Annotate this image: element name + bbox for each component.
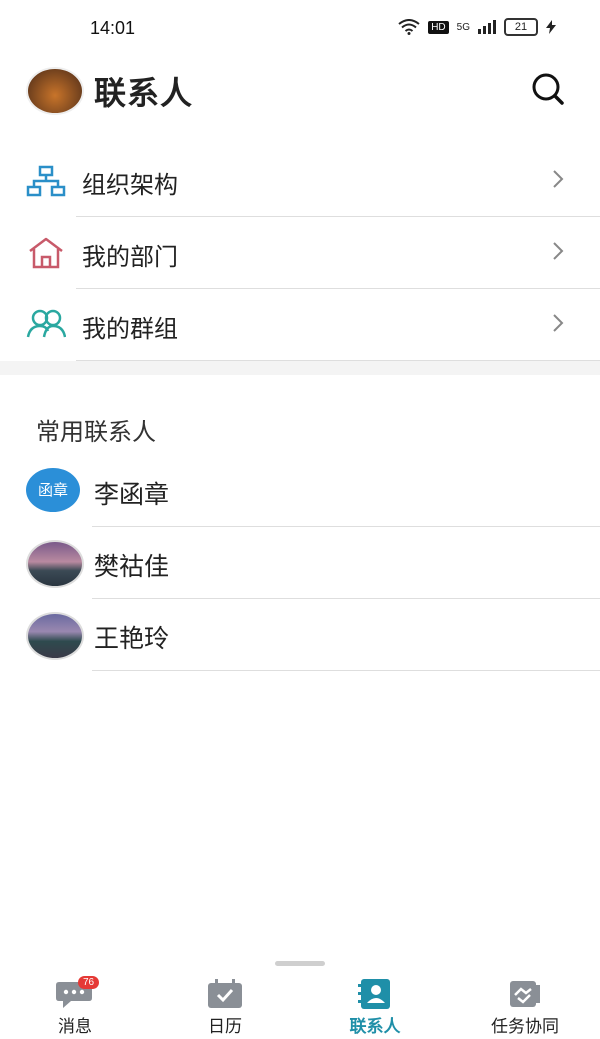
tab-messages[interactable]: 76 消息 xyxy=(0,972,150,1039)
contacts-book-icon xyxy=(358,979,390,1009)
chevron-right-icon xyxy=(553,242,564,260)
tab-label: 日历 xyxy=(208,1017,242,1037)
menu-item-label: 我的群组 xyxy=(82,315,178,343)
search-icon xyxy=(532,73,564,105)
divider xyxy=(92,670,600,671)
group-icon xyxy=(26,309,66,338)
status-bar: 14:01 HD 5G 21 xyxy=(0,0,600,60)
home-icon xyxy=(29,237,63,269)
avatar: 函章 xyxy=(26,468,80,512)
page-title: 联系人 xyxy=(94,74,194,112)
status-time: 14:01 xyxy=(90,18,136,38)
bottom-tab-bar: 76 消息 日历 联系人 任务协同 xyxy=(0,972,600,1039)
signal-icon xyxy=(478,20,496,34)
search-button[interactable] xyxy=(530,72,566,112)
tab-label: 联系人 xyxy=(349,1017,401,1037)
contact-name: 樊祜佳 xyxy=(94,552,170,581)
list-item[interactable]: 樊祜佳 xyxy=(0,527,600,599)
home-indicator[interactable] xyxy=(275,961,325,966)
wifi-icon xyxy=(398,19,420,35)
org-chart-icon xyxy=(26,165,66,197)
tab-label: 任务协同 xyxy=(491,1017,559,1037)
network-label: 5G xyxy=(456,21,470,33)
calendar-icon xyxy=(208,979,242,1008)
chevron-right-icon xyxy=(553,314,564,332)
contact-menu: 组织架构 我的部门 我的群组 xyxy=(0,145,600,361)
handshake-card-icon xyxy=(510,981,540,1007)
tab-label: 消息 xyxy=(58,1017,92,1037)
list-item[interactable]: 函章 李函章 xyxy=(0,455,600,527)
avatar xyxy=(26,612,84,660)
unread-badge: 76 xyxy=(78,976,100,989)
menu-item-label: 组织架构 xyxy=(82,171,178,199)
section-separator xyxy=(0,361,600,375)
app-header: 联系人 xyxy=(0,62,600,118)
contact-name: 李函章 xyxy=(94,480,170,509)
list-item[interactable]: 王艳玲 xyxy=(0,599,600,671)
user-avatar[interactable] xyxy=(26,67,84,115)
status-icons: HD 5G 21 xyxy=(398,18,556,36)
menu-item-my-groups[interactable]: 我的群组 xyxy=(0,289,600,361)
battery-indicator: 21 xyxy=(504,18,538,36)
frequent-contacts-list: 函章 李函章 樊祜佳 王艳玲 xyxy=(0,455,600,671)
menu-item-my-department[interactable]: 我的部门 xyxy=(0,217,600,289)
frequent-contacts-heading: 常用联系人 xyxy=(36,418,156,446)
chevron-right-icon xyxy=(553,170,564,188)
tab-calendar[interactable]: 日历 xyxy=(150,972,300,1039)
tab-contacts[interactable]: 联系人 xyxy=(300,972,450,1039)
contact-name: 王艳玲 xyxy=(94,624,170,653)
menu-item-org-chart[interactable]: 组织架构 xyxy=(0,145,600,217)
avatar xyxy=(26,540,84,588)
hd-badge: HD xyxy=(428,20,449,34)
charging-icon xyxy=(546,20,556,34)
tab-task-collaboration[interactable]: 任务协同 xyxy=(450,972,600,1039)
menu-item-label: 我的部门 xyxy=(82,243,178,271)
